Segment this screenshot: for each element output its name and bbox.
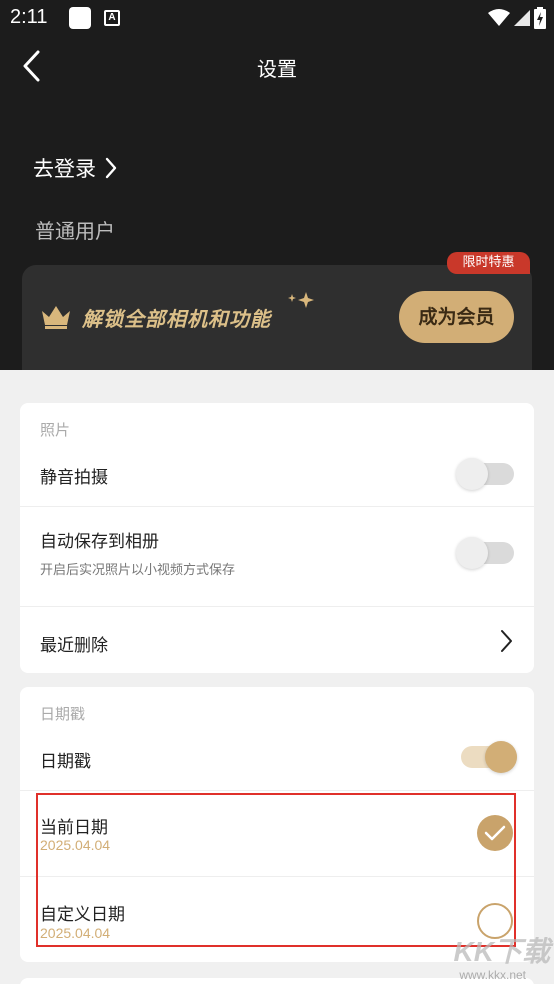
auto-save-description: 开启后实况照片以小视频方式保存 bbox=[40, 563, 236, 578]
watermark: KK下载 www.kkx.net bbox=[436, 930, 554, 984]
auto-save-label: 自动保存到相册 bbox=[40, 532, 159, 552]
status-icons bbox=[488, 6, 546, 30]
silent-shoot-label: 静音拍摄 bbox=[40, 468, 108, 488]
section-title-date: 日期戳 bbox=[40, 705, 86, 723]
status-bar: 2:11 A bbox=[0, 0, 554, 36]
highlight-box bbox=[36, 793, 516, 947]
vip-promo-text: 解锁全部相机和功能 bbox=[82, 307, 271, 331]
crown-icon bbox=[42, 306, 70, 329]
nav-bar: 设置 bbox=[0, 36, 554, 96]
watermark-logo: KK下载 bbox=[453, 936, 550, 967]
battery-icon bbox=[534, 7, 546, 29]
header-panel: 2:11 A 设置 去登录 普通用户 解锁全部相机和功能 成为会员 限时特惠 bbox=[0, 0, 554, 370]
login-link[interactable]: 去登录 bbox=[33, 153, 118, 183]
auto-save-toggle[interactable] bbox=[456, 537, 514, 569]
recently-deleted-row[interactable]: 最近删除 bbox=[20, 607, 534, 673]
limited-offer-badge: 限时特惠 bbox=[447, 252, 530, 274]
chevron-right-icon bbox=[105, 157, 117, 179]
date-stamp-label: 日期戳 bbox=[40, 752, 91, 772]
vip-banner[interactable]: 解锁全部相机和功能 成为会员 bbox=[22, 265, 532, 370]
page-title: 设置 bbox=[257, 57, 297, 81]
notification-app-icon bbox=[69, 7, 91, 29]
notification-a-icon: A bbox=[104, 10, 120, 26]
section-title-photo: 照片 bbox=[40, 421, 71, 439]
photo-settings-card: 照片 静音拍摄 自动保存到相册 开启后实况照片以小视频方式保存 最近删除 bbox=[20, 403, 534, 673]
date-stamp-row: 日期戳 bbox=[20, 731, 534, 789]
silent-shoot-toggle[interactable] bbox=[456, 458, 514, 490]
signal-icon bbox=[514, 10, 530, 26]
silent-shoot-row: 静音拍摄 bbox=[20, 447, 534, 505]
user-type-label: 普通用户 bbox=[35, 219, 115, 243]
login-label: 去登录 bbox=[33, 157, 96, 181]
recently-deleted-label: 最近删除 bbox=[40, 636, 108, 656]
chevron-right-icon bbox=[501, 630, 512, 652]
auto-save-row: 自动保存到相册 开启后实况照片以小视频方式保存 bbox=[20, 507, 534, 606]
watermark-url: www.kkx.net bbox=[459, 968, 526, 982]
status-time: 2:11 bbox=[10, 6, 48, 28]
date-stamp-toggle[interactable] bbox=[461, 741, 517, 773]
wifi-icon bbox=[488, 9, 510, 26]
sparkle-icon bbox=[288, 292, 314, 308]
become-member-button[interactable]: 成为会员 bbox=[399, 291, 514, 343]
